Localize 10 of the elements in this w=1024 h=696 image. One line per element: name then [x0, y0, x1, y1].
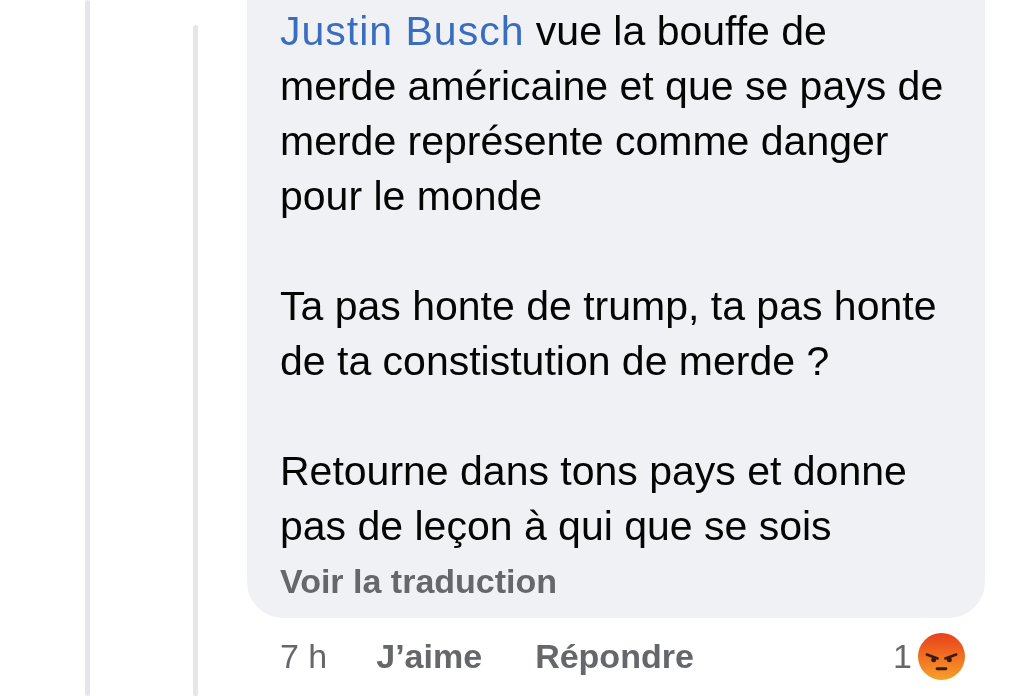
comment-text: Ta pas honte de trump, ta pas honte de ta constistution de merde ? [280, 282, 938, 386]
angry-emoji-icon [918, 632, 965, 680]
comment-text: Justin Busch vue la bouffe de merde américaine et que se pays de merde représente comme danger pour le monde [280, 7, 945, 221]
timestamp: 7 h [280, 636, 328, 676]
mention-link[interactable]: Justin Busch [280, 8, 525, 54]
see-translation-link[interactable]: Voir la traduction [280, 554, 558, 609]
reaction-count: 1 [893, 636, 912, 676]
reply-button[interactable]: Répondre [535, 636, 694, 676]
comment-text: Retourne dans tons pays et donne pas de leçon à qui que se sois [280, 447, 908, 551]
like-button[interactable]: J’aime [376, 636, 483, 676]
